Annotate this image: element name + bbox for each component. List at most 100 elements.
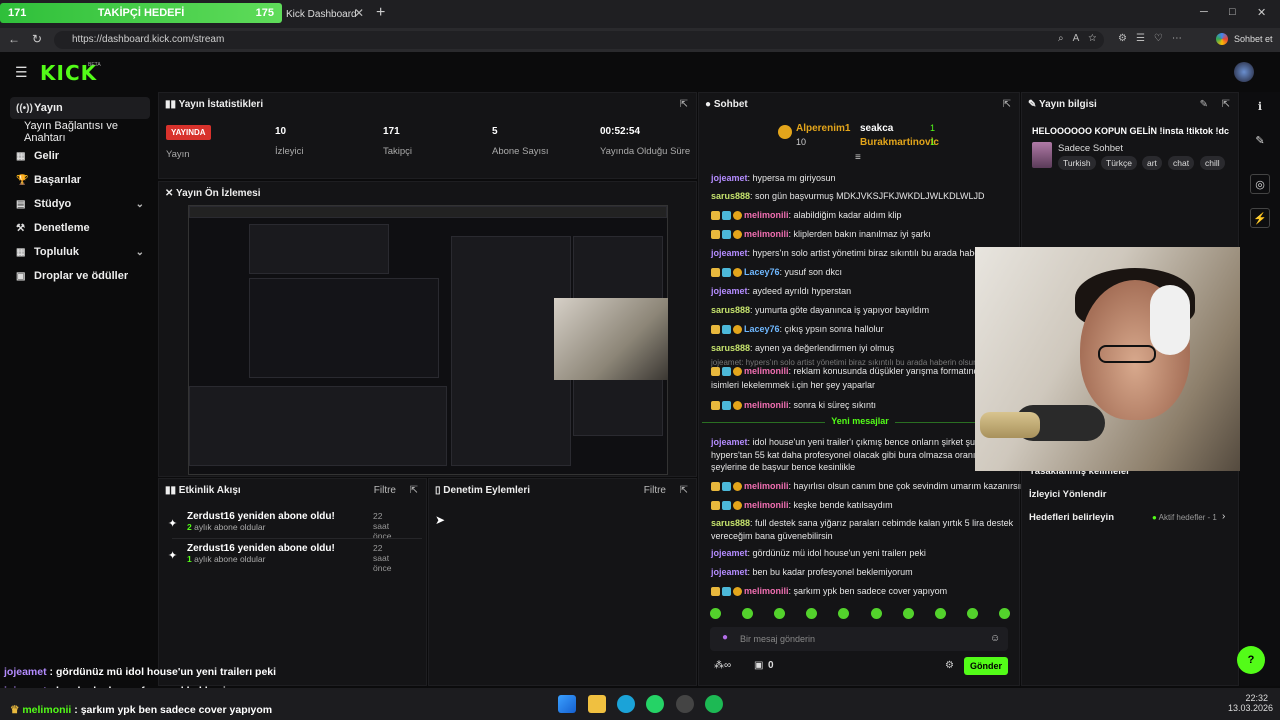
close-tab-icon[interactable]: ✕ <box>354 6 364 20</box>
camera-icon[interactable]: ◎ <box>1250 174 1270 194</box>
chevron-down-icon: ⌄ <box>135 246 144 258</box>
chat-username[interactable]: jojeamet <box>711 548 748 558</box>
chat-username[interactable]: melimonili <box>744 500 789 510</box>
active-goals-badge: ● Aktif hedefler - 1 <box>1152 513 1217 522</box>
menu-icon[interactable]: ☰ <box>15 64 28 81</box>
popout-icon[interactable]: ⇱ <box>410 485 418 496</box>
file-explorer-icon[interactable] <box>588 695 606 713</box>
info-icon[interactable]: ℹ <box>1250 97 1270 117</box>
sidebar-item-revenue[interactable]: ▦ Gelir <box>10 145 150 167</box>
emote-icon[interactable] <box>806 608 818 619</box>
close-window-icon[interactable]: ✕ <box>1257 6 1266 19</box>
new-messages-text: Yeni mesajlar <box>825 416 895 426</box>
minimize-icon[interactable]: ─ <box>1200 6 1208 18</box>
url-input[interactable]: https://dashboard.kick.com/stream <box>54 31 1104 49</box>
chat-message: jojeamet: ben bu kadar profesyonel bekle… <box>711 567 913 577</box>
moderation-filter-button[interactable]: Filtre <box>644 485 666 496</box>
chat-username[interactable]: melimonili <box>744 229 789 239</box>
chat-username[interactable]: jojeamet <box>711 437 748 447</box>
popout-icon[interactable]: ⇱ <box>1003 99 1011 110</box>
gift-icon[interactable]: ▣ <box>754 660 763 671</box>
emote-icon[interactable] <box>870 608 882 619</box>
popout-icon[interactable]: ⇱ <box>680 99 688 110</box>
chat-username[interactable]: melimonili <box>744 366 789 376</box>
back-icon[interactable]: ← <box>8 32 20 46</box>
emoji-icon[interactable]: ☺ <box>990 633 1000 644</box>
badge-icon <box>711 501 720 511</box>
emote-icon[interactable] <box>902 608 914 619</box>
chat-username[interactable]: Lacey76 <box>744 324 780 334</box>
chat-username[interactable]: melimonili <box>744 586 789 596</box>
emote-icon[interactable] <box>934 608 946 619</box>
badge-icon <box>733 401 742 411</box>
tag[interactable]: Türkçe <box>1101 156 1137 170</box>
tag[interactable]: art <box>1142 156 1162 170</box>
chat-text: : sonra ki süreç sıkıntı <box>788 400 877 410</box>
help-icon[interactable]: ? <box>1237 646 1265 674</box>
windows-start-icon[interactable] <box>558 695 576 713</box>
expand-gifters-icon[interactable]: ≡ <box>855 152 861 163</box>
chat-username[interactable]: jojeamet <box>711 248 748 258</box>
new-tab-icon[interactable]: + <box>376 4 385 22</box>
emote-icon[interactable] <box>774 608 786 619</box>
tag[interactable]: chat <box>1168 156 1195 170</box>
goals-row[interactable]: Hedefleri belirleyin <box>1029 512 1114 523</box>
settings-icon[interactable]: ⚙ <box>945 660 954 671</box>
chat-username[interactable]: sarus888 <box>711 343 750 353</box>
emote-icon[interactable] <box>838 608 850 619</box>
chat-message: jojeamet: hypersa mı giriyosun <box>711 173 836 183</box>
sidebar-item-moderation[interactable]: ⚒ Denetleme <box>10 217 150 239</box>
chevron-right-icon[interactable]: › <box>1222 511 1225 522</box>
obs-icon[interactable] <box>676 695 694 713</box>
send-button[interactable]: Gönder <box>964 657 1008 675</box>
webcam-glasses <box>1098 345 1156 363</box>
address-tools-icons[interactable]: ⌕A☆ <box>1058 33 1105 44</box>
sidebar-item-drops[interactable]: ▣ Droplar ve ödüller <box>10 265 150 287</box>
badge-icon <box>722 230 731 240</box>
avatar[interactable] <box>1234 62 1254 82</box>
copilot-icon[interactable] <box>1216 33 1228 45</box>
chat-username[interactable]: melimonili <box>744 210 789 220</box>
raid-row[interactable]: İzleyici Yönlendir <box>1029 489 1106 500</box>
edge-icon[interactable] <box>617 695 635 713</box>
points-icon[interactable]: ⁂∞ <box>714 660 731 671</box>
popout-icon[interactable]: ⇱ <box>680 485 688 496</box>
reload-icon[interactable]: ↻ <box>32 32 42 46</box>
emote-icon[interactable] <box>742 608 754 619</box>
edit-icon[interactable]: ✎ <box>1250 131 1270 151</box>
emote-icon[interactable] <box>710 608 721 619</box>
emote-icon[interactable] <box>998 608 1010 619</box>
tag[interactable]: chill <box>1200 156 1225 170</box>
sidebar-item-achievements[interactable]: 🏆 Başarılar <box>10 169 150 191</box>
chat-username[interactable]: jojeamet <box>711 286 748 296</box>
sidebar-item-studio[interactable]: ▤ Stüdyo ⌄ <box>10 193 150 215</box>
sidebar-item-stream-key[interactable]: Yayın Bağlantısı ve Anahtarı <box>10 120 150 144</box>
viewers-label: İzleyici <box>275 146 304 157</box>
chat-input[interactable]: Bir mesaj gönderin <box>710 627 1008 651</box>
whatsapp-icon[interactable] <box>646 695 664 713</box>
spotify-icon[interactable] <box>705 695 723 713</box>
bolt-icon[interactable]: ⚡ <box>1250 208 1270 228</box>
activity-filter-button[interactable]: Filtre <box>374 485 396 496</box>
chat-username[interactable]: Lacey76 <box>744 267 780 277</box>
sidebar-item-community[interactable]: ▦ Topluluk ⌄ <box>10 241 150 263</box>
sparkle-icon: ✦ <box>168 518 178 530</box>
extension-icons[interactable]: ⚙☰♡⋯ <box>1118 33 1191 44</box>
emote-icon[interactable] <box>966 608 978 619</box>
sidebar-item-stream[interactable]: ((•)) Yayın <box>10 97 150 119</box>
chat-username[interactable]: jojeamet <box>711 567 748 577</box>
chat-username[interactable]: sarus888 <box>711 305 750 315</box>
chat-username[interactable]: melimonili <box>744 400 789 410</box>
edit-icon[interactable]: ✎ <box>1200 99 1208 110</box>
chat-username[interactable]: melimonili <box>744 481 789 491</box>
chat-username[interactable]: sarus888 <box>711 191 750 201</box>
mic-icon[interactable]: ● <box>722 632 728 643</box>
popout-icon[interactable]: ⇱ <box>1222 99 1230 110</box>
tag[interactable]: Turkish <box>1058 156 1096 170</box>
copilot-label[interactable]: Sohbet et <box>1234 34 1273 44</box>
chat-text: : ben bu kadar profesyonel beklemiyorum <box>747 567 913 577</box>
maximize-icon[interactable]: □ <box>1229 6 1236 18</box>
chat-username[interactable]: sarus888 <box>711 518 750 528</box>
chat-text: : son gün başvurmuş MDKJVKSJFKJWKDLJWLKD… <box>750 191 985 201</box>
chat-username[interactable]: jojeamet <box>711 173 748 183</box>
